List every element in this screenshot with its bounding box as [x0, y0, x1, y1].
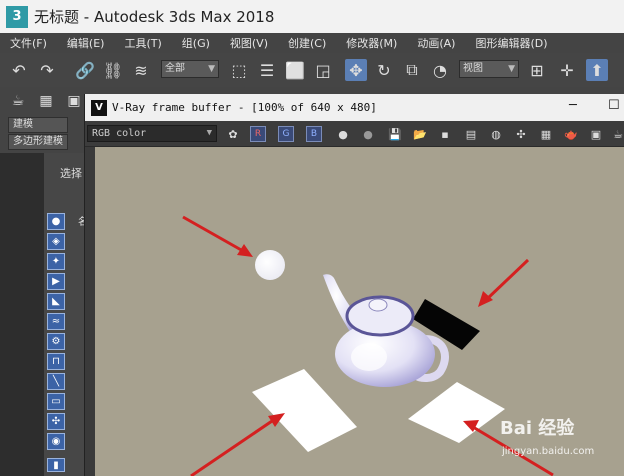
vfb-toolbar: RGB color ▼ ✿ R G B ● ● 💾 📂 ▪ ▤ ◍ ✣ ▦ 🫖 … [85, 121, 624, 147]
main-toolbar: ↶ ↷ 🔗 ⛓ ≋ 全部 ▼ ⬚ ☰ ⬜ ◲ ✥ ↻ ⧉ ◔ 视图 ▼ ⊞ ✛ … [0, 53, 624, 87]
app-icon[interactable]: 3 [6, 5, 28, 28]
alpha-white-icon[interactable]: ● [335, 126, 351, 142]
tab-polygon-modeling[interactable]: 多边形建模 [8, 134, 68, 150]
sphere-light [255, 250, 285, 280]
color-correction-icon[interactable]: ▣ [588, 126, 604, 142]
chevron-down-icon: ▼ [508, 64, 515, 74]
rectangular-selection-icon[interactable]: ⬜ [284, 59, 306, 81]
motion-icon[interactable]: ╲ [47, 373, 65, 390]
chevron-down-icon: ▼ [206, 128, 212, 138]
title-bar: 3 无标题 - Autodesk 3ds Max 2018 [0, 0, 624, 33]
vray-icon: V [91, 99, 107, 116]
color-channels-icon[interactable]: ✿ [225, 126, 241, 142]
menu-bar: 文件(F) 编辑(E) 工具(T) 组(G) 视图(V) 创建(C) 修改器(M… [0, 33, 624, 53]
menu-tools[interactable]: 工具(T) [114, 35, 171, 51]
display-icon[interactable]: ▭ [47, 393, 65, 410]
menu-views[interactable]: 视图(V) [220, 35, 278, 51]
keyboard-shortcut-override-icon[interactable]: ⬆ [586, 59, 608, 81]
minimize-icon[interactable]: ─ [569, 98, 577, 113]
bind-space-warp-icon[interactable]: ≋ [130, 59, 152, 81]
create-shapes-icon[interactable]: ◈ [47, 233, 65, 250]
hierarchy-icon[interactable]: ⊓ [47, 353, 65, 370]
menu-graph-editors[interactable]: 图形编辑器(D) [465, 35, 557, 51]
select-label: 选择 [60, 167, 82, 180]
menu-group[interactable]: 组(G) [172, 35, 220, 51]
watermark-brand: Bai 经验 [500, 418, 575, 439]
region-render-icon[interactable]: ▦ [538, 126, 554, 142]
tab-modeling[interactable]: 建模 [8, 117, 68, 133]
reference-coord-dropdown[interactable]: 视图 ▼ [459, 60, 519, 78]
select-and-move-icon[interactable]: ✥ [345, 59, 367, 81]
material-editor-icon[interactable]: ▦ [36, 91, 56, 111]
chevron-down-icon: ▼ [208, 64, 215, 74]
menu-modifiers[interactable]: 修改器(M) [336, 35, 407, 51]
utilities-icon[interactable]: ✣ [47, 413, 65, 430]
redo-icon[interactable]: ↷ [36, 59, 58, 81]
channel-value: RGB color [92, 128, 147, 139]
follow-mouse-icon[interactable]: ✣ [513, 126, 529, 142]
more-icon[interactable]: ▮ [47, 458, 65, 472]
selection-filter-dropdown[interactable]: 全部 ▼ [161, 60, 219, 78]
select-manipulate-icon[interactable]: ✛ [556, 59, 578, 81]
reference-coord-value: 视图 [463, 63, 483, 74]
3ds-max-window: 3 无标题 - Autodesk 3ds Max 2018 文件(F) 编辑(E… [0, 0, 624, 476]
render-last-icon[interactable]: 🫖 [563, 126, 579, 142]
select-and-rotate-icon[interactable]: ↻ [373, 59, 395, 81]
window-title: 无标题 - Autodesk 3ds Max 2018 [34, 8, 275, 26]
vfb-title-bar: V V-Ray frame buffer - [100% of 640 x 48… [85, 94, 624, 121]
ribbon-tabs: 建模 多边形建模 [0, 115, 88, 153]
modify-icon[interactable]: ◉ [47, 433, 65, 450]
watermark-url: jingyan.baidu.com [502, 446, 595, 457]
menu-edit[interactable]: 编辑(E) [57, 35, 115, 51]
window-crossing-icon[interactable]: ◲ [312, 59, 334, 81]
channel-dropdown[interactable]: RGB color ▼ [87, 125, 217, 142]
selection-filter-value: 全部 [165, 63, 185, 74]
menu-create[interactable]: 创建(C) [278, 35, 336, 51]
load-image-icon[interactable]: 📂 [412, 126, 428, 142]
vray-frame-buffer-window: V V-Ray frame buffer - [100% of 640 x 48… [84, 94, 624, 476]
maximize-icon[interactable]: ☐ [608, 98, 620, 113]
create-helpers-icon[interactable]: ◣ [47, 293, 65, 310]
viewport-layout-strip [0, 153, 44, 476]
menu-animation[interactable]: 动画(A) [407, 35, 465, 51]
red-channel-icon[interactable]: R [250, 126, 266, 142]
track-mouse-icon[interactable]: ◍ [488, 126, 504, 142]
secondary-toolbar: ☕ ▦ ▣ [0, 87, 88, 115]
green-channel-icon[interactable]: G [278, 126, 294, 142]
create-spacewarps-icon[interactable]: ≈ [47, 313, 65, 330]
clear-image-icon[interactable]: ▪ [437, 126, 453, 142]
teapot-icon[interactable]: ☕ [8, 91, 28, 111]
baidu-watermark: Bai 经验 jingyan.baidu.com [500, 414, 620, 469]
place-icon[interactable]: ◔ [429, 59, 451, 81]
rendered-image: Bai 经验 jingyan.baidu.com [95, 147, 624, 476]
create-cameras-icon[interactable]: ▶ [47, 273, 65, 290]
command-panel: 选择 名 ● ◈ ✦ ▶ ◣ ≈ ⚙ ⊓ ╲ ▭ ✣ ◉ ▮ [0, 153, 88, 476]
create-systems-icon[interactable]: ⚙ [47, 333, 65, 350]
create-geometry-icon[interactable]: ● [47, 213, 65, 230]
vfb-title: V-Ray frame buffer - [100% of 640 x 480] [112, 101, 377, 114]
create-lights-icon[interactable]: ✦ [47, 253, 65, 270]
pivot-center-icon[interactable]: ⊞ [526, 59, 548, 81]
teapot-render-icon[interactable]: ☕ [610, 126, 624, 142]
link-icon[interactable]: 🔗 [74, 59, 96, 81]
undo-icon[interactable]: ↶ [8, 59, 30, 81]
save-image-icon[interactable]: 💾 [387, 126, 403, 142]
menu-file[interactable]: 文件(F) [0, 35, 57, 51]
select-and-scale-icon[interactable]: ⧉ [401, 59, 423, 81]
select-object-icon[interactable]: ⬚ [228, 59, 250, 81]
render-setup-icon[interactable]: ▣ [64, 91, 84, 111]
monochrome-icon[interactable]: ● [360, 126, 376, 142]
select-by-name-icon[interactable]: ☰ [256, 59, 278, 81]
duplicate-icon[interactable]: ▤ [463, 126, 479, 142]
unlink-icon[interactable]: ⛓ [102, 59, 124, 81]
blue-channel-icon[interactable]: B [306, 126, 322, 142]
